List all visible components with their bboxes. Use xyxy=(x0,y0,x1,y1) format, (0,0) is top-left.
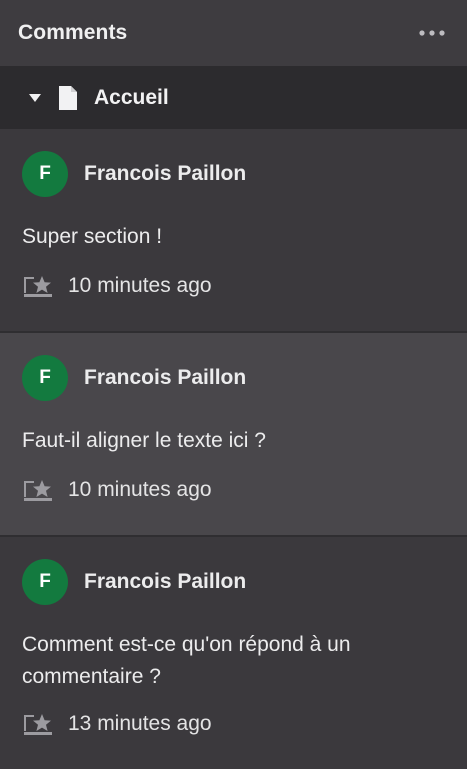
comment-meta: 10 minutes ago xyxy=(22,273,445,299)
caret-down-icon xyxy=(29,93,41,102)
comment-timestamp: 10 minutes ago xyxy=(68,478,212,501)
avatar: F xyxy=(22,151,68,197)
more-options-icon[interactable] xyxy=(415,18,449,48)
section-toggle-accueil[interactable]: Accueil xyxy=(0,66,467,129)
comment-timestamp: 10 minutes ago xyxy=(68,274,212,297)
timestamp-icon xyxy=(24,276,52,297)
comment-text: Super section ! xyxy=(22,225,163,248)
avatar: F xyxy=(22,355,68,401)
panel-title: Comments xyxy=(18,21,128,44)
avatar: F xyxy=(22,559,68,605)
comment-text: Comment est-ce qu'on répond à un comment… xyxy=(22,633,351,688)
comment-text: Faut-il aligner le texte ici ? xyxy=(22,429,266,452)
comments-panel: Comments Accueil F Francois Paillon Supe… xyxy=(0,0,467,769)
author-name: Francois Paillon xyxy=(84,366,247,389)
timestamp-icon xyxy=(24,480,52,501)
comment-author-row: F Francois Paillon xyxy=(22,129,445,197)
section-label: Accueil xyxy=(94,85,169,109)
panel-header: Comments xyxy=(0,0,467,66)
comment-meta: 13 minutes ago xyxy=(22,711,445,737)
author-name: Francois Paillon xyxy=(84,162,247,185)
comment-timestamp: 13 minutes ago xyxy=(68,712,212,735)
comment-meta: 10 minutes ago xyxy=(22,477,445,503)
author-name: Francois Paillon xyxy=(84,570,247,593)
document-icon xyxy=(59,85,77,110)
comment-item[interactable]: F Francois Paillon Faut-il aligner le te… xyxy=(0,333,467,537)
timestamp-icon xyxy=(24,714,52,735)
comment-item[interactable]: F Francois Paillon Super section ! 10 mi… xyxy=(0,129,467,333)
comment-author-row: F Francois Paillon xyxy=(22,333,445,401)
comment-item[interactable]: F Francois Paillon Comment est-ce qu'on … xyxy=(0,537,467,769)
comment-author-row: F Francois Paillon xyxy=(22,537,445,605)
